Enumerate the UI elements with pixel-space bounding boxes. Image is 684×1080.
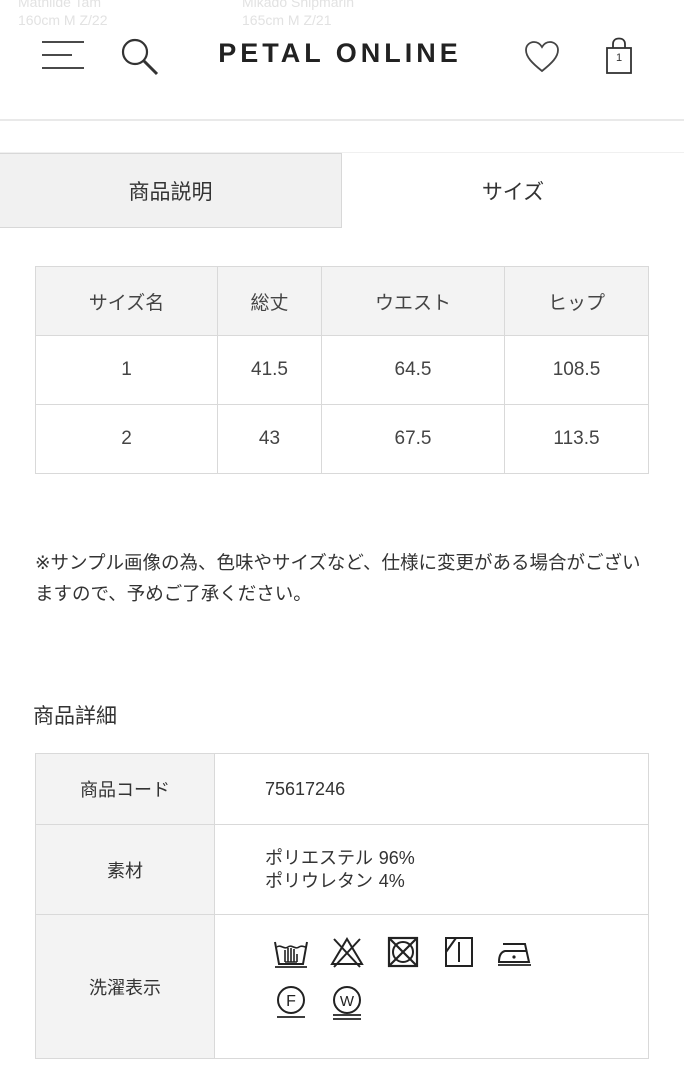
- table-row: 洗濯表示 F W: [35, 914, 649, 1059]
- material-percent: 96%: [378, 847, 415, 868]
- care-label: 洗濯表示: [35, 914, 215, 1059]
- table-cell: 43: [217, 404, 322, 474]
- dry-clean-letter: F: [286, 993, 296, 1010]
- material-percent: 4%: [378, 870, 405, 891]
- table-cell: 1: [35, 335, 218, 405]
- heart-icon[interactable]: [524, 40, 560, 74]
- search-icon[interactable]: [120, 37, 160, 77]
- care-value: F W: [214, 914, 649, 1059]
- no-tumble-dry-icon: [387, 936, 419, 967]
- table-cell: 67.5: [321, 404, 505, 474]
- product-details-heading: 商品詳細: [33, 704, 117, 728]
- table-cell: 2: [35, 404, 218, 474]
- wet-clean-w-icon: W: [333, 985, 361, 1020]
- table-cell: 41.5: [217, 335, 322, 405]
- table-row: 1 41.5 64.5 108.5: [35, 335, 649, 405]
- sample-note: ※サンプル画像の為、色味やサイズなど、仕様に変更がある場合がございますので、予め…: [35, 553, 641, 605]
- table-row: 素材 ポリエステル 96% ポリウレタン 4%: [35, 824, 649, 915]
- no-bleach-icon: [330, 936, 364, 968]
- table-cell: 64.5: [321, 335, 505, 405]
- site-header: PETAL ONLINE 1: [0, 0, 684, 121]
- table-cell: 113.5: [504, 404, 649, 474]
- site-logo[interactable]: PETAL ONLINE: [200, 38, 480, 69]
- cart-count-badge: 1: [615, 52, 623, 64]
- menu-icon[interactable]: [42, 41, 84, 71]
- column-header: ウエスト: [321, 266, 505, 336]
- product-code-value: 75617246: [265, 778, 346, 799]
- column-header: 総丈: [217, 266, 322, 336]
- table-cell: 108.5: [504, 335, 649, 405]
- care-icons: F W: [273, 934, 603, 1034]
- material-name: ポリエステル: [265, 847, 373, 869]
- shopping-bag-button[interactable]: 1: [603, 37, 635, 75]
- tab-product-description[interactable]: 商品説明: [0, 153, 342, 228]
- size-table-header-row: サイズ名 総丈 ウエスト ヒップ: [35, 266, 649, 336]
- shade-line-dry-icon: [445, 936, 473, 967]
- column-header: ヒップ: [504, 266, 649, 336]
- hand-wash-icon: [274, 941, 308, 968]
- dry-clean-f-icon: F: [277, 985, 305, 1018]
- material-name: ポリウレタン: [265, 870, 373, 892]
- table-row: 商品コード 75617246: [35, 753, 649, 825]
- size-table: サイズ名 総丈 ウエスト ヒップ 1 41.5 64.5 108.5 2 43 …: [35, 266, 649, 474]
- tab-size[interactable]: サイズ: [342, 153, 684, 228]
- product-tabs: 商品説明 サイズ: [0, 153, 684, 228]
- material-value: ポリエステル 96% ポリウレタン 4%: [214, 824, 649, 915]
- column-header: サイズ名: [35, 266, 218, 336]
- table-row: 2 43 67.5 113.5: [35, 404, 649, 474]
- product-code-label: 商品コード: [35, 753, 215, 825]
- material-label: 素材: [35, 824, 215, 915]
- product-details-table: 商品コード 75617246 素材 ポリエステル 96% ポリウレタン 4% 洗…: [35, 753, 649, 1059]
- wet-clean-letter: W: [340, 993, 355, 1010]
- low-iron-icon: [497, 942, 531, 966]
